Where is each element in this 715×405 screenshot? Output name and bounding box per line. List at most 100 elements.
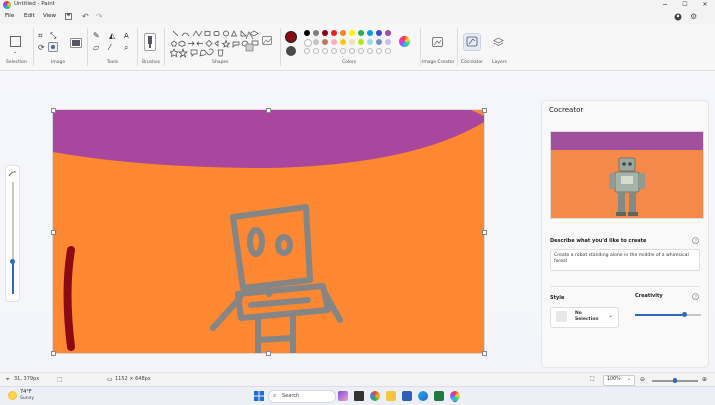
prompt-input[interactable]: Create a robot standing alone in the mid… — [550, 249, 700, 271]
zoom-out-icon[interactable]: ⊖ — [640, 376, 645, 383]
palette-swatch[interactable] — [376, 30, 382, 36]
shape-image-icon[interactable] — [262, 36, 272, 46]
taskbar-search[interactable]: ⌕ Search — [268, 390, 336, 403]
zoom-slider[interactable] — [652, 378, 698, 383]
creativity-thumb[interactable] — [682, 312, 687, 317]
drawing-canvas[interactable] — [53, 110, 484, 353]
zoom-in-icon[interactable]: ⊕ — [702, 376, 707, 383]
layers-icon[interactable] — [493, 37, 504, 48]
paint-app-icon — [3, 1, 11, 9]
paint-taskbar-icon[interactable] — [450, 391, 460, 401]
menu-file[interactable]: File — [5, 13, 14, 19]
settings-gear-icon[interactable]: ⚙ — [690, 12, 697, 21]
canvas-handle-right[interactable] — [482, 230, 487, 235]
menu-edit[interactable]: Edit — [24, 13, 35, 19]
palette-swatch[interactable] — [376, 39, 382, 45]
palette-swatch[interactable] — [367, 30, 373, 36]
zoom-thumb[interactable] — [673, 378, 677, 383]
custom-color-slot[interactable] — [349, 48, 355, 54]
pencil-icon[interactable]: ✎ — [93, 32, 100, 40]
resize-icon[interactable]: ⤡ — [50, 32, 56, 40]
rotate-icon[interactable]: ⟳ — [38, 44, 45, 52]
weather-sun-icon[interactable] — [8, 391, 17, 400]
primary-color-swatch[interactable] — [285, 31, 297, 43]
store-taskbar-icon[interactable] — [402, 391, 412, 401]
palette-swatch[interactable] — [385, 39, 391, 45]
canvas-handle-bottom-right[interactable] — [482, 351, 487, 356]
custom-color-slot[interactable] — [367, 48, 373, 54]
style-dropdown[interactable]: No Selection ⌄ — [550, 307, 619, 328]
menu-view[interactable]: View — [43, 13, 56, 19]
zoom-dropdown[interactable]: 100% ⌄ — [603, 375, 635, 386]
palette-swatch[interactable] — [349, 30, 355, 36]
palette-swatch[interactable] — [358, 39, 364, 45]
magnifier-icon[interactable]: ⌕ — [124, 44, 128, 52]
image-erase-background-icon[interactable] — [70, 38, 82, 48]
canvas-handle-top-left[interactable] — [51, 108, 56, 113]
brush-icon[interactable] — [144, 33, 156, 51]
cocreator-button[interactable] — [463, 33, 481, 51]
selection-dropdown-chevron-icon[interactable]: ⌄ — [13, 48, 17, 56]
palette-swatch[interactable] — [331, 39, 337, 45]
canvas-handle-top-right[interactable] — [482, 108, 487, 113]
custom-color-slot[interactable] — [322, 48, 328, 54]
custom-color-slot[interactable] — [304, 48, 310, 54]
palette-swatch[interactable] — [304, 30, 310, 36]
text-icon[interactable]: A — [124, 32, 129, 40]
image-background-icon[interactable] — [48, 42, 58, 52]
palette-swatch[interactable] — [313, 39, 319, 45]
fit-to-window-icon[interactable]: ⛶ — [590, 376, 594, 384]
palette-swatch[interactable] — [340, 30, 346, 36]
close-button[interactable]: ✕ — [698, 0, 712, 10]
shape-fill-icon[interactable] — [245, 43, 254, 52]
file-explorer-taskbar-icon[interactable] — [386, 391, 396, 401]
custom-color-slot[interactable] — [376, 48, 382, 54]
palette-swatch[interactable] — [322, 30, 328, 36]
generated-image-preview[interactable] — [550, 131, 704, 219]
describe-info-icon[interactable]: ? — [692, 237, 699, 244]
windows-start-icon[interactable] — [254, 391, 264, 401]
canvas-handle-left[interactable] — [51, 230, 56, 235]
custom-color-slot[interactable] — [331, 48, 337, 54]
edit-colors-icon[interactable] — [399, 36, 410, 47]
save-icon[interactable] — [65, 13, 72, 20]
image-creator-icon[interactable] — [432, 37, 443, 47]
custom-color-slot[interactable] — [340, 48, 346, 54]
palette-swatch[interactable] — [313, 30, 319, 36]
creativity-info-icon[interactable]: ? — [692, 293, 699, 300]
palette-swatch[interactable] — [331, 30, 337, 36]
crop-icon[interactable]: ⌗ — [38, 32, 43, 40]
palette-swatch[interactable] — [340, 39, 346, 45]
palette-swatch[interactable] — [367, 39, 373, 45]
color-picker-icon[interactable]: ⁄ — [109, 44, 110, 52]
undo-icon[interactable]: ↶ — [82, 12, 89, 21]
task-view-taskbar-icon[interactable] — [354, 391, 364, 401]
custom-color-slot[interactable] — [358, 48, 364, 54]
account-icon[interactable] — [674, 13, 682, 21]
red-brush-stroke — [63, 246, 75, 351]
minimize-button[interactable]: ─ — [658, 0, 672, 10]
canvas-handle-bottom-left[interactable] — [51, 351, 56, 356]
redo-icon[interactable]: ↷ — [96, 12, 103, 21]
palette-swatch[interactable] — [349, 39, 355, 45]
brush-size-thumb[interactable] — [10, 259, 15, 264]
canvas-handle-top[interactable] — [266, 108, 271, 113]
canvas-handle-bottom[interactable] — [266, 351, 271, 356]
copilot-taskbar-icon[interactable] — [338, 391, 348, 401]
edge-taskbar-icon[interactable] — [418, 391, 428, 401]
creativity-slider[interactable] — [635, 312, 701, 317]
palette-swatch[interactable] — [358, 30, 364, 36]
selection-rectangle-icon[interactable] — [10, 36, 21, 47]
palette-swatch[interactable] — [385, 30, 391, 36]
eraser-icon[interactable]: ▱ — [93, 44, 99, 52]
shape-outline-icon[interactable] — [245, 31, 254, 40]
palette-swatch[interactable] — [304, 39, 312, 47]
custom-color-slot[interactable] — [385, 48, 391, 54]
palette-swatch[interactable] — [322, 39, 328, 45]
fill-bucket-icon[interactable]: ◭ — [109, 32, 115, 40]
browser-taskbar-icon[interactable] — [370, 391, 380, 401]
app-taskbar-icon[interactable] — [434, 391, 444, 401]
secondary-color-swatch[interactable] — [286, 46, 296, 56]
maximize-button[interactable]: ☐ — [678, 0, 692, 10]
custom-color-slot[interactable] — [313, 48, 319, 54]
